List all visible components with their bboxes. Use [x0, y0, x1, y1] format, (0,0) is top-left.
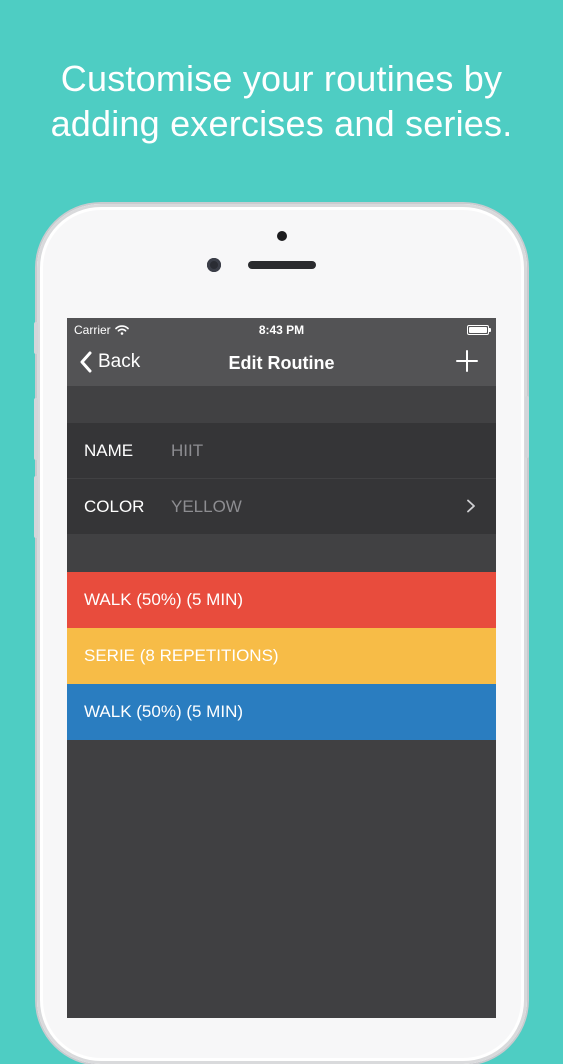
- phone-power-button: [525, 396, 529, 458]
- name-value[interactable]: HIIT: [171, 441, 203, 461]
- chevron-right-icon: [467, 499, 475, 513]
- phone-mute-switch: [34, 322, 38, 354]
- exercise-label: SERIE (8 REPETITIONS): [84, 646, 279, 665]
- section-spacer: [67, 534, 496, 572]
- exercise-row-walk-2[interactable]: WALK (50%) (5 MIN): [67, 684, 496, 740]
- status-bar: Carrier 8:43 PM: [67, 318, 496, 342]
- routine-color-row[interactable]: COLOR YELLOW: [67, 478, 496, 534]
- exercise-label: WALK (50%) (5 MIN): [84, 702, 244, 721]
- headline-line-2: adding exercises and series.: [50, 103, 513, 144]
- earpiece-speaker: [248, 261, 316, 269]
- color-label: COLOR: [84, 496, 145, 516]
- routine-name-row[interactable]: NAME HIIT: [67, 423, 496, 479]
- add-exercise-button[interactable]: [454, 348, 480, 374]
- battery-icon: [467, 325, 491, 335]
- battery-level: [469, 327, 487, 333]
- navigation-bar: Back Edit Routine: [67, 342, 496, 386]
- page-title: Edit Routine: [228, 353, 335, 373]
- exercise-row-serie[interactable]: SERIE (8 REPETITIONS): [67, 628, 496, 684]
- status-time: 8:43 PM: [258, 323, 305, 337]
- plus-icon: [456, 350, 478, 372]
- exercise-label: WALK (50%) (5 MIN): [84, 590, 244, 609]
- marketing-headline: Customise your routines by adding exerci…: [0, 56, 563, 146]
- phone-volume-up: [34, 398, 38, 460]
- proximity-sensor: [277, 231, 287, 241]
- phone-volume-down: [34, 476, 38, 538]
- headline-line-1: Customise your routines by: [60, 58, 503, 99]
- phone-screen: Carrier 8:43 PM Back Edit Routine NAME H…: [67, 318, 496, 1018]
- exercise-row-walk-1[interactable]: WALK (50%) (5 MIN): [67, 572, 496, 628]
- color-value: YELLOW: [171, 496, 242, 516]
- name-label: NAME: [84, 441, 134, 460]
- front-camera: [207, 258, 221, 272]
- section-spacer: [67, 386, 496, 423]
